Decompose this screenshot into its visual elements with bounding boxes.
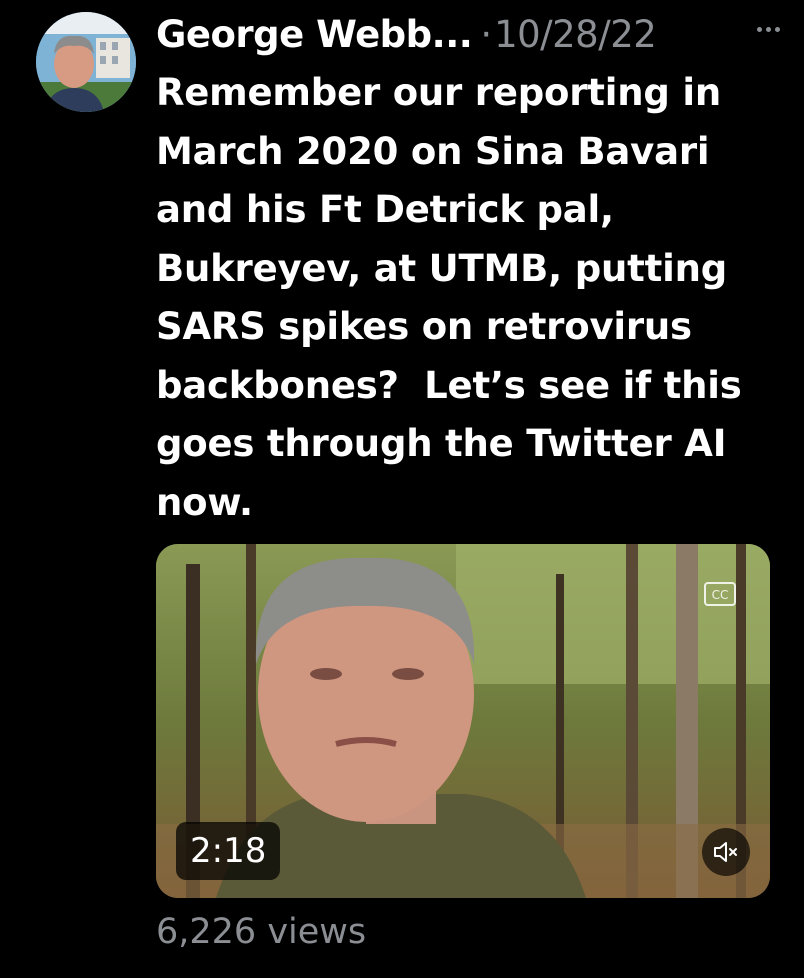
more-options-button[interactable]: [750, 14, 786, 44]
mute-toggle-button[interactable]: [702, 828, 750, 876]
more-dot: [774, 26, 780, 32]
svg-text:CC: CC: [712, 588, 729, 602]
video-player[interactable]: CC 2:18: [156, 544, 770, 898]
more-horizontal-icon: [756, 26, 762, 32]
avatar[interactable]: [36, 12, 136, 112]
header-separator: ·: [480, 12, 493, 56]
view-count: 6,226 views: [156, 912, 367, 952]
author-name[interactable]: George Webb...: [156, 13, 473, 56]
tweet-text: Remember our reporting in March 2020 on …: [156, 71, 742, 524]
video-duration-badge: 2:18: [176, 822, 281, 880]
captions-cc-icon[interactable]: CC: [704, 582, 736, 606]
tweet-timestamp[interactable]: 10/28/22: [494, 13, 657, 56]
more-dot: [765, 26, 771, 32]
tweet-header: George Webb... · 10/28/22: [156, 4, 786, 64]
speaker-muted-icon: [714, 842, 737, 862]
